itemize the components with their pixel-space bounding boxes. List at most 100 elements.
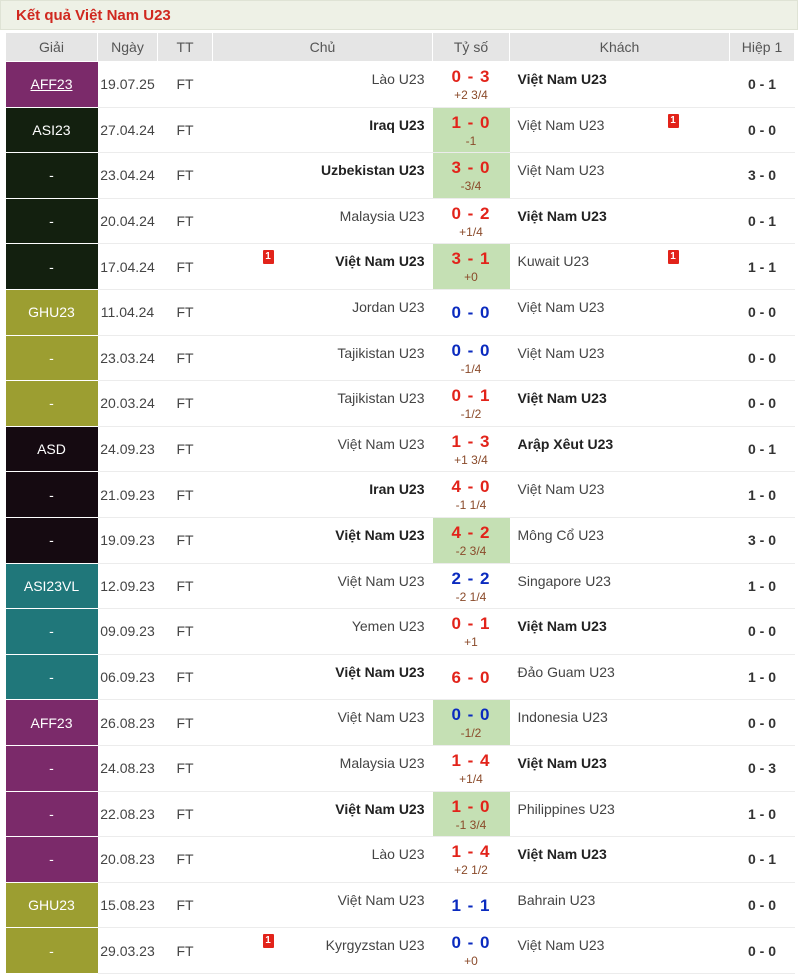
league-badge: ASI23VL bbox=[5, 563, 98, 610]
away-team: Việt Nam U23 bbox=[509, 471, 730, 518]
page-title: Kết quả Việt Nam U23 bbox=[16, 7, 171, 24]
table-row: GHU23 15.08.23 FT Việt Nam U23 1 - 1 Bah… bbox=[5, 882, 795, 929]
away-team: Indonesia U23 bbox=[509, 699, 730, 746]
match-status: FT bbox=[157, 243, 213, 290]
away-team-name: Đảo Guam U23 bbox=[517, 663, 615, 680]
league-badge: - bbox=[5, 791, 98, 838]
match-date: 27.04.24 bbox=[97, 107, 158, 154]
halftime-score: 3 - 0 bbox=[729, 517, 795, 564]
league-badge: - bbox=[5, 745, 98, 792]
table-row: - 23.04.24 FT Uzbekistan U23 3 - 0 -3/4 V… bbox=[5, 152, 795, 199]
score: 6 - 0 bbox=[451, 667, 491, 687]
home-team-name: Việt Nam U23 bbox=[335, 663, 425, 680]
away-team-name: Mông Cổ U23 bbox=[517, 526, 604, 543]
home-team: Malaysia U23 bbox=[212, 745, 433, 792]
league-badge: - bbox=[5, 198, 98, 245]
league-badge: GHU23 bbox=[5, 882, 98, 929]
halftime-score: 0 - 0 bbox=[729, 608, 795, 655]
handicap: -1/2 bbox=[460, 407, 482, 422]
table-row: - 09.09.23 FT Yemen U23 0 - 1 +1 Việt Nam… bbox=[5, 608, 795, 655]
halftime-score: 0 - 0 bbox=[729, 882, 795, 929]
table-row: GHU23 11.04.24 FT Jordan U23 0 - 0 Việt … bbox=[5, 289, 795, 336]
match-date: 29.03.23 bbox=[97, 927, 158, 974]
match-status: FT bbox=[157, 517, 213, 564]
league-badge: - bbox=[5, 836, 98, 883]
score: 1 - 0 bbox=[451, 796, 491, 816]
away-team-name: Việt Nam U23 bbox=[517, 846, 607, 863]
league-name: - bbox=[49, 669, 54, 686]
match-date: 24.08.23 bbox=[97, 745, 158, 792]
league-name: - bbox=[49, 851, 54, 868]
match-status: FT bbox=[157, 791, 213, 838]
away-team-name: Indonesia U23 bbox=[517, 709, 608, 726]
home-team: Việt Nam U23 bbox=[212, 563, 433, 610]
away-team: Philippines U23 bbox=[509, 791, 730, 838]
handicap: +2 1/2 bbox=[454, 863, 488, 878]
league-badge: ASI23 bbox=[5, 107, 98, 154]
results-table: Giải Ngày TT Chủ Tỷ số Khách Hiệp 1 AFF2… bbox=[5, 32, 795, 974]
score: 0 - 0 bbox=[451, 340, 491, 360]
score: 4 - 2 bbox=[451, 522, 491, 542]
away-team: Việt Nam U23 bbox=[509, 198, 730, 245]
away-team: Bahrain U23 bbox=[509, 882, 730, 929]
score: 1 - 4 bbox=[451, 750, 491, 770]
halftime-score: 0 - 0 bbox=[729, 699, 795, 746]
league-name: - bbox=[49, 942, 54, 959]
away-team: Đảo Guam U23 bbox=[509, 654, 730, 701]
away-team: Việt Nam U23 bbox=[509, 608, 730, 655]
league-name: - bbox=[49, 760, 54, 777]
table-row: - 17.04.24 FT 1 Việt Nam U23 3 - 1 +0 Kuwa… bbox=[5, 243, 795, 290]
away-team: Kuwait U23 1 bbox=[509, 243, 730, 290]
home-team-name: Kyrgyzstan U23 bbox=[325, 937, 425, 954]
home-team-name: Iraq U23 bbox=[369, 116, 425, 133]
league-name: ASI23 bbox=[32, 121, 71, 138]
home-team-name: Việt Nam U23 bbox=[335, 526, 425, 543]
away-team-name: Việt Nam U23 bbox=[517, 754, 607, 771]
league-badge: - bbox=[5, 380, 98, 427]
home-team: Uzbekistan U23 bbox=[212, 152, 433, 199]
halftime-score: 0 - 1 bbox=[729, 836, 795, 883]
score-cell: 1 - 4 +2 1/2 bbox=[432, 836, 510, 883]
away-team-name: Philippines U23 bbox=[517, 800, 615, 817]
match-status: FT bbox=[157, 289, 213, 336]
score-cell: 1 - 3 +1 3/4 bbox=[432, 426, 510, 473]
league-badge[interactable]: AFF23 bbox=[5, 61, 98, 108]
header-score: Tỷ số bbox=[432, 32, 510, 62]
red-card-icon: 1 bbox=[667, 113, 679, 128]
home-team: Việt Nam U23 bbox=[212, 426, 433, 473]
halftime-score: 0 - 0 bbox=[729, 107, 795, 154]
results-title-bar: Kết quả Việt Nam U23 bbox=[0, 0, 798, 30]
league-name: - bbox=[49, 258, 54, 275]
league-name: - bbox=[49, 532, 54, 549]
score: 0 - 1 bbox=[451, 614, 491, 634]
home-team: Malaysia U23 bbox=[212, 198, 433, 245]
away-team: Mông Cổ U23 bbox=[509, 517, 730, 564]
league-name: ASD bbox=[37, 441, 66, 458]
match-date: 23.03.24 bbox=[97, 335, 158, 382]
away-team-name: Việt Nam U23 bbox=[517, 71, 607, 87]
match-date: 12.09.23 bbox=[97, 563, 158, 610]
score-cell: 0 - 2 +1/4 bbox=[432, 198, 510, 245]
away-team-name: Việt Nam U23 bbox=[517, 344, 605, 361]
home-team: Tajikistan U23 bbox=[212, 380, 433, 427]
match-date: 19.07.25 bbox=[97, 61, 158, 108]
score-cell: 6 - 0 bbox=[432, 654, 510, 701]
away-team-name: Việt Nam U23 bbox=[517, 618, 607, 635]
away-team-name: Bahrain U23 bbox=[517, 891, 596, 908]
home-team-name: Việt Nam U23 bbox=[337, 891, 425, 908]
score-cell: 4 - 0 -1 1/4 bbox=[432, 471, 510, 518]
handicap: -1 1/4 bbox=[455, 498, 487, 513]
home-team: Lào U23 bbox=[212, 61, 433, 108]
score-cell: 0 - 0 -1/2 bbox=[432, 699, 510, 746]
league-name: - bbox=[49, 805, 54, 822]
score: 1 - 0 bbox=[451, 112, 491, 132]
handicap: -1/4 bbox=[460, 361, 482, 376]
score: 0 - 0 bbox=[451, 705, 491, 725]
away-team-name: Việt Nam U23 bbox=[517, 937, 605, 954]
home-team: Việt Nam U23 bbox=[212, 654, 433, 701]
red-card-icon: 1 bbox=[667, 250, 679, 265]
home-team: Tajikistan U23 bbox=[212, 335, 433, 382]
league-badge: AFF23 bbox=[5, 699, 98, 746]
home-team: 1 Việt Nam U23 bbox=[212, 243, 433, 290]
score-cell: 0 - 1 -1/2 bbox=[432, 380, 510, 427]
